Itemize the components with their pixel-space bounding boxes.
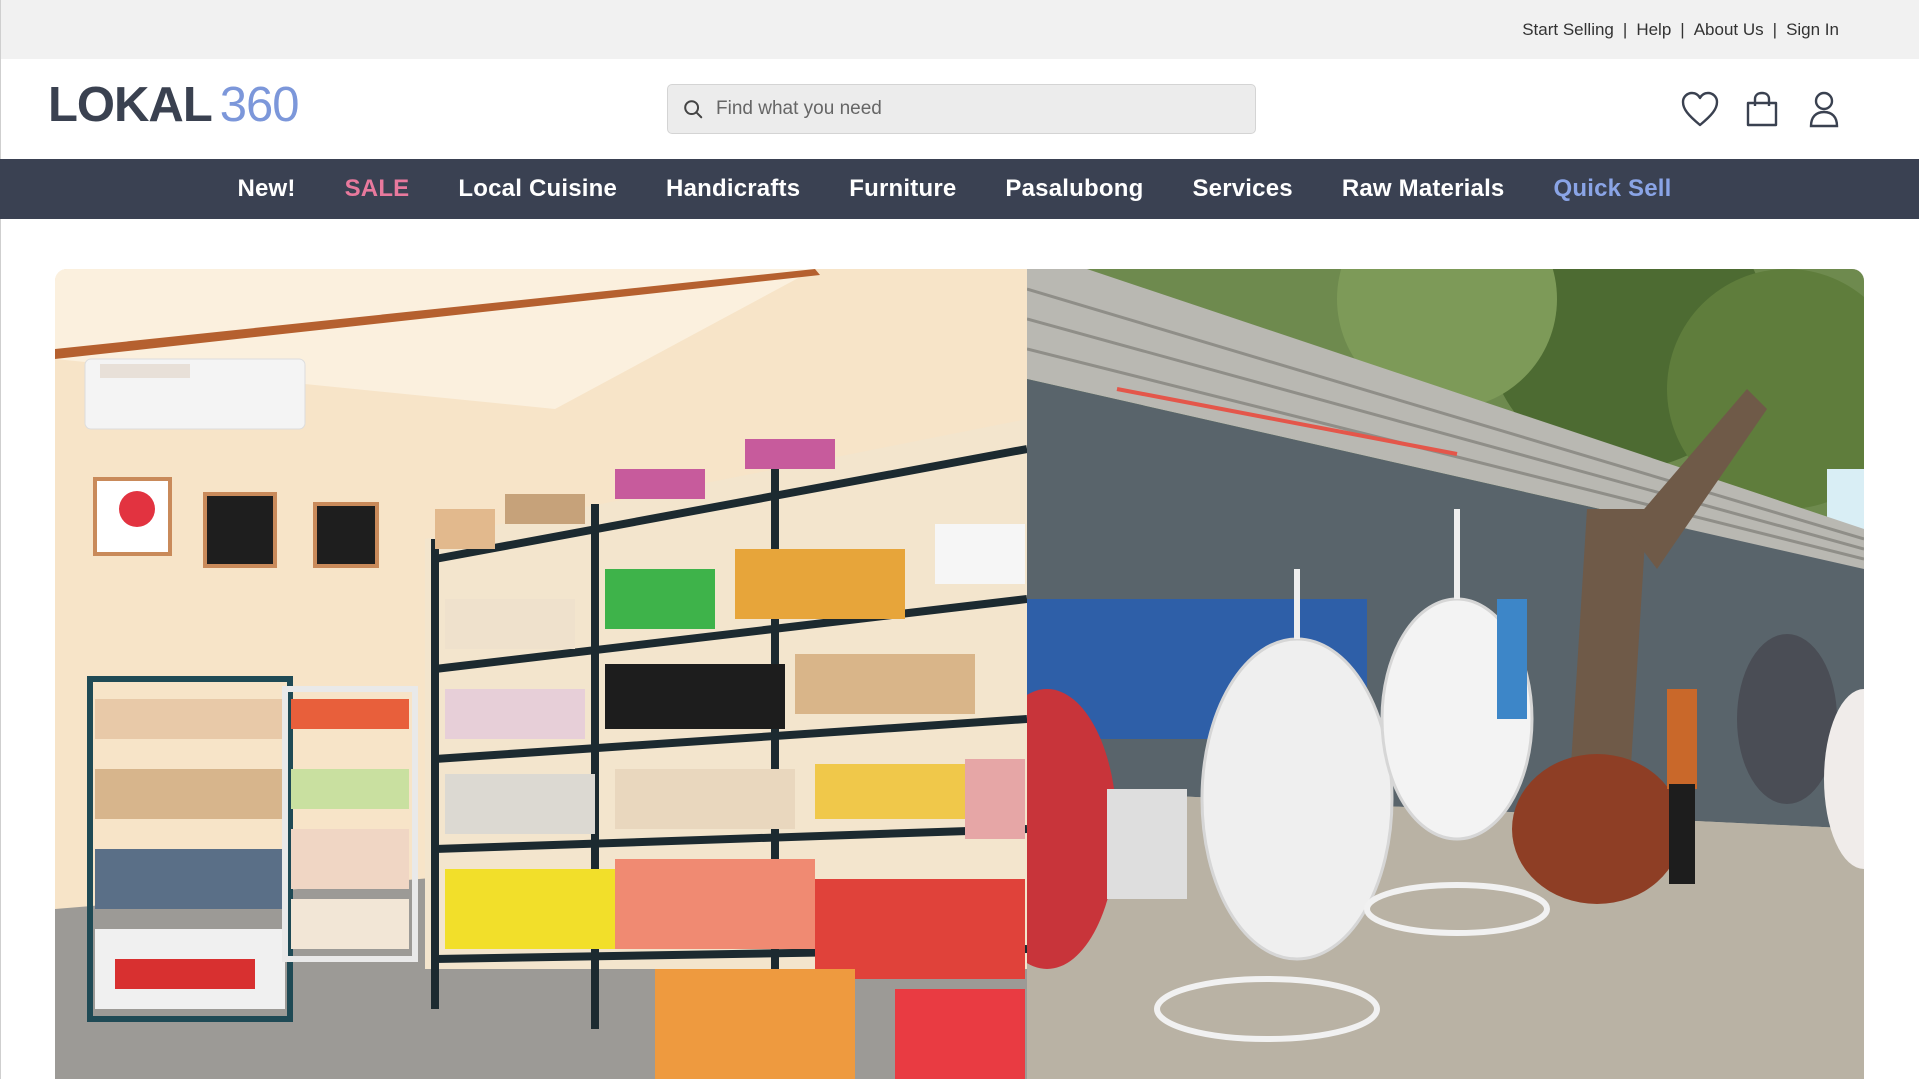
nav-item-services[interactable]: Services	[1192, 175, 1292, 203]
logo-number: 360	[219, 78, 300, 132]
nav-item-furniture[interactable]: Furniture	[849, 175, 956, 203]
user-icon	[1809, 91, 1839, 128]
separator: |	[1680, 20, 1685, 39]
search-icon[interactable]	[682, 98, 704, 120]
hero-banner[interactable]	[55, 269, 1864, 1079]
heart-icon	[1681, 91, 1719, 127]
nav-item-sale[interactable]: SALE	[345, 175, 410, 203]
nav-item-pasalubong[interactable]: Pasalubong	[1005, 175, 1143, 203]
start-selling-link[interactable]: Start Selling	[1522, 20, 1614, 40]
logo-text: LOKAL	[48, 78, 213, 132]
help-link[interactable]: Help	[1636, 20, 1671, 40]
utility-bar: Start Selling | Help | About Us | Sign I…	[0, 0, 1919, 59]
account-button[interactable]	[1804, 89, 1844, 129]
nav-item-local-cuisine[interactable]: Local Cuisine	[458, 175, 617, 203]
search-bar[interactable]	[667, 84, 1256, 134]
category-nav: New! SALE Local Cuisine Handicrafts Furn…	[0, 159, 1919, 219]
site-header: LOKAL 360	[0, 59, 1919, 159]
search-input[interactable]	[716, 98, 1216, 120]
nav-item-handicrafts[interactable]: Handicrafts	[666, 175, 800, 203]
header-actions	[1680, 89, 1844, 129]
nav-item-quick-sell[interactable]: Quick Sell	[1553, 175, 1671, 203]
nav-item-new[interactable]: New!	[237, 175, 295, 203]
sign-in-link[interactable]: Sign In	[1786, 20, 1839, 40]
nav-item-raw-materials[interactable]: Raw Materials	[1342, 175, 1505, 203]
store-shelves-image	[55, 269, 1027, 1079]
cart-button[interactable]	[1742, 89, 1782, 129]
separator: |	[1772, 20, 1778, 39]
wishlist-button[interactable]	[1680, 89, 1720, 129]
shopping-bag-icon	[1746, 91, 1778, 127]
site-logo[interactable]: LOKAL 360	[48, 78, 300, 132]
about-us-link[interactable]: About Us	[1694, 20, 1764, 40]
furniture-display-image	[1027, 269, 1864, 1079]
separator: |	[1622, 20, 1628, 39]
utility-links: Start Selling | Help | About Us | Sign I…	[1522, 20, 1839, 40]
